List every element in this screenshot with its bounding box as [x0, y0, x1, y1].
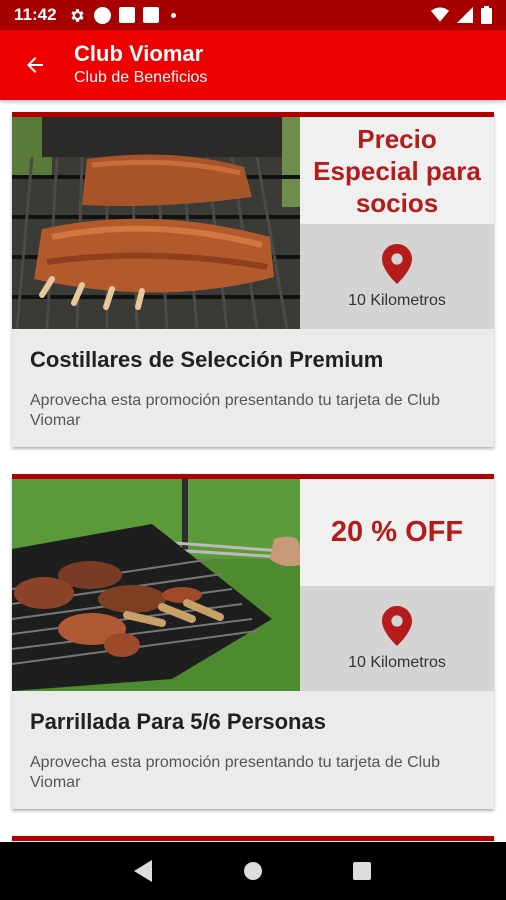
- circle-icon: [93, 6, 111, 24]
- promotion-card[interactable]: 20 % OFF 10 Kilometros Parrillada Para 5…: [12, 474, 494, 809]
- nav-recents-button[interactable]: [342, 851, 382, 891]
- back-button[interactable]: [0, 30, 70, 100]
- app-bar-titles: Club Viomar Club de Beneficios: [74, 41, 207, 89]
- distance-label: 10 Kilometros: [348, 291, 446, 309]
- dot-icon: [170, 12, 176, 18]
- promotion-description: Aprovecha esta promoción presentando tu …: [30, 754, 441, 791]
- settings-icon: [70, 8, 84, 22]
- status-bar: 11:42: [0, 0, 506, 30]
- location-pin-icon: [382, 243, 412, 284]
- promotion-title: Costillares de Selección Premium: [30, 347, 384, 372]
- recents-square-icon: [352, 862, 371, 880]
- system-nav-bar: [0, 842, 506, 900]
- status-system-icons: [431, 6, 492, 24]
- promotion-card[interactable]: Precio Especial para socios 10 Kilometro…: [12, 112, 494, 447]
- promotions-list[interactable]: Precio Especial para socios 10 Kilometro…: [0, 100, 506, 842]
- wifi-icon: [431, 7, 449, 22]
- square-icon: [118, 7, 135, 23]
- signal-icon: [457, 7, 473, 23]
- distance-label: 10 Kilometros: [348, 653, 446, 671]
- grilled-ribs-image: [12, 117, 300, 329]
- nav-home-button[interactable]: [233, 851, 273, 891]
- app-subtitle: Club de Beneficios: [74, 69, 208, 86]
- price-label: 20 % OFF: [300, 479, 494, 586]
- location-pin-icon: [382, 605, 412, 646]
- promotion-title: Parrillada Para 5/6 Personas: [30, 709, 326, 734]
- battery-icon: [481, 6, 492, 24]
- price-label: Precio Especial para socios: [300, 117, 494, 224]
- barbecue-grill-image: [12, 479, 300, 691]
- home-circle-icon: [243, 862, 262, 880]
- app-title: Club Viomar: [74, 41, 204, 66]
- square-icon: [142, 7, 159, 23]
- status-time: 11:42: [14, 5, 57, 24]
- arrow-back-icon: [27, 57, 43, 73]
- nav-back-button[interactable]: [124, 851, 164, 891]
- location-block: 10 Kilometros: [300, 224, 494, 329]
- promotion-description: Aprovecha esta promoción presentando tu …: [30, 392, 441, 429]
- location-block: 10 Kilometros: [300, 586, 494, 691]
- app-bar: Club Viomar Club de Beneficios: [0, 30, 506, 100]
- status-notification-icons: [69, 6, 176, 24]
- back-triangle-icon: [134, 860, 153, 882]
